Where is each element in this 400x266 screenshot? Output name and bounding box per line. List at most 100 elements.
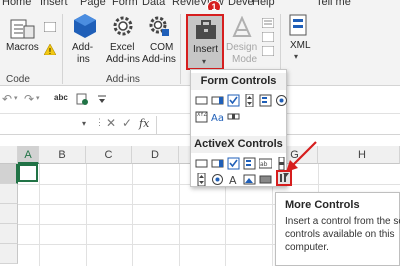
activex-option-button-icon[interactable] [211, 173, 224, 186]
active-cell-a1[interactable] [18, 164, 38, 182]
option-button-icon[interactable] [275, 94, 288, 107]
form-controls-header: Form Controls [191, 73, 286, 90]
spin-button-icon[interactable] [243, 94, 256, 107]
column-header-c[interactable]: C [86, 146, 132, 164]
xml-button[interactable] [288, 14, 308, 39]
svg-text:Aa: Aa [211, 113, 224, 123]
chevron-down-icon: ▾ [294, 52, 299, 61]
row-header-4[interactable] [0, 224, 18, 244]
svg-text:ab: ab [260, 161, 268, 168]
chevron-down-icon[interactable]: ▾ [14, 94, 18, 102]
gridline [39, 164, 40, 266]
addins-label-line1: Add- [72, 42, 94, 53]
tab-page[interactable]: Page [80, 0, 106, 8]
xml-label: XML [290, 40, 311, 51]
macros-icon [10, 19, 35, 39]
column-header-a[interactable]: A [18, 146, 39, 164]
insert-controls-dropdown: Form Controls XYZ Aa ActiveX Controls ab… [190, 69, 292, 187]
button-control-icon[interactable] [195, 94, 208, 107]
gear-icon [149, 16, 169, 36]
activex-controls-header: ActiveX Controls [191, 136, 286, 153]
activex-spin-button-icon[interactable] [195, 173, 208, 186]
macros-label: Macros [6, 42, 39, 53]
activex-text-box-icon[interactable]: ab [259, 157, 272, 170]
excel-addins-label-line1: Excel [110, 42, 135, 53]
tab-review[interactable]: Revie [172, 0, 200, 8]
run-dialog-icon[interactable] [261, 45, 275, 59]
row-header-3[interactable] [0, 204, 18, 224]
tooltip-title: More Controls [285, 199, 360, 211]
column-header-h[interactable]: H [318, 146, 400, 164]
design-mode-label-line1: Design [226, 42, 258, 53]
addins-label-line2: ins [77, 54, 90, 65]
toolbox-icon [196, 20, 216, 39]
checkbox-icon[interactable] [227, 94, 240, 107]
activex-checkbox-icon[interactable] [227, 157, 240, 170]
svg-text:XYZ: XYZ [197, 112, 207, 118]
enter-icon[interactable]: ✓ [122, 116, 132, 130]
tab-home[interactable]: Home [2, 0, 31, 8]
activex-toggle-button-icon[interactable] [259, 173, 272, 186]
macro-security-warning-icon[interactable]: ! [43, 43, 57, 58]
xml-icon [289, 14, 307, 36]
column-header-d[interactable]: D [132, 146, 179, 164]
gridline [86, 164, 87, 266]
check-accessibility-icon[interactable] [76, 93, 88, 108]
code-group-label: Code [6, 74, 30, 85]
record-macro-icon[interactable] [43, 21, 57, 35]
spelling-icon[interactable]: abc [54, 93, 68, 102]
tab-developer[interactable]: Deve [228, 0, 254, 8]
chevron-down-icon[interactable]: ▾ [82, 119, 86, 128]
activex-image-icon[interactable] [243, 173, 256, 186]
column-header-b[interactable]: B [39, 146, 86, 164]
separator [180, 14, 181, 84]
cancel-icon[interactable]: ✕ [106, 116, 116, 130]
group-box-icon[interactable]: XYZ [195, 110, 208, 123]
activex-command-button-icon[interactable] [195, 157, 208, 170]
combo-box-icon[interactable] [211, 94, 224, 107]
addins-button[interactable] [74, 14, 96, 41]
more-options-icon: ⋮ [95, 117, 104, 127]
tab-formulas[interactable]: Form [112, 0, 138, 8]
more-controls-tooltip: More Controls Insert a control from the … [275, 192, 400, 266]
customize-toolbar-icon[interactable] [96, 93, 108, 108]
macros-button[interactable] [10, 18, 36, 43]
tab-data[interactable]: Data [142, 0, 165, 8]
undo-icon[interactable]: ↶ [2, 92, 12, 106]
annotation-arrow [286, 141, 317, 172]
scroll-bar-icon[interactable] [227, 110, 240, 123]
list-box-icon[interactable] [259, 94, 272, 107]
label-control-icon[interactable]: Aa [211, 110, 224, 123]
name-box[interactable] [4, 116, 80, 132]
select-all-corner[interactable] [0, 146, 18, 164]
activex-label-icon[interactable]: A [227, 173, 240, 186]
design-mode-icon [232, 15, 252, 37]
activex-list-box-icon[interactable] [243, 157, 256, 170]
design-mode-button[interactable] [232, 15, 252, 41]
row-header-5[interactable] [0, 244, 18, 264]
row-header-2[interactable] [0, 184, 18, 204]
row-header-1[interactable] [0, 164, 18, 184]
insert-controls-button[interactable]: Insert ▾ [186, 14, 224, 70]
tab-help[interactable]: Help [252, 0, 275, 8]
activex-combo-box-icon[interactable] [211, 157, 224, 170]
redo-icon[interactable]: ↷ [24, 92, 34, 106]
separator [62, 14, 63, 84]
com-addins-label-line1: COM [150, 42, 174, 53]
addins-icon [74, 14, 96, 38]
properties-icon[interactable] [261, 17, 275, 31]
gridline [179, 164, 180, 266]
chevron-down-icon: ▾ [202, 57, 207, 66]
addins-group-label: Add-ins [106, 74, 140, 85]
tell-me-search[interactable]: Tell me [316, 0, 351, 8]
design-mode-label-line2: Mode [232, 54, 258, 65]
insert-label: Insert [193, 44, 219, 55]
svg-text:!: ! [48, 47, 51, 55]
tab-insert[interactable]: Insert [40, 0, 68, 8]
insert-function-button[interactable]: fx [139, 117, 149, 130]
gridline [132, 164, 133, 266]
com-addins-button[interactable] [148, 14, 170, 41]
chevron-down-icon[interactable]: ▾ [36, 94, 40, 102]
view-code-icon[interactable] [261, 31, 275, 45]
excel-addins-button[interactable] [112, 14, 134, 41]
